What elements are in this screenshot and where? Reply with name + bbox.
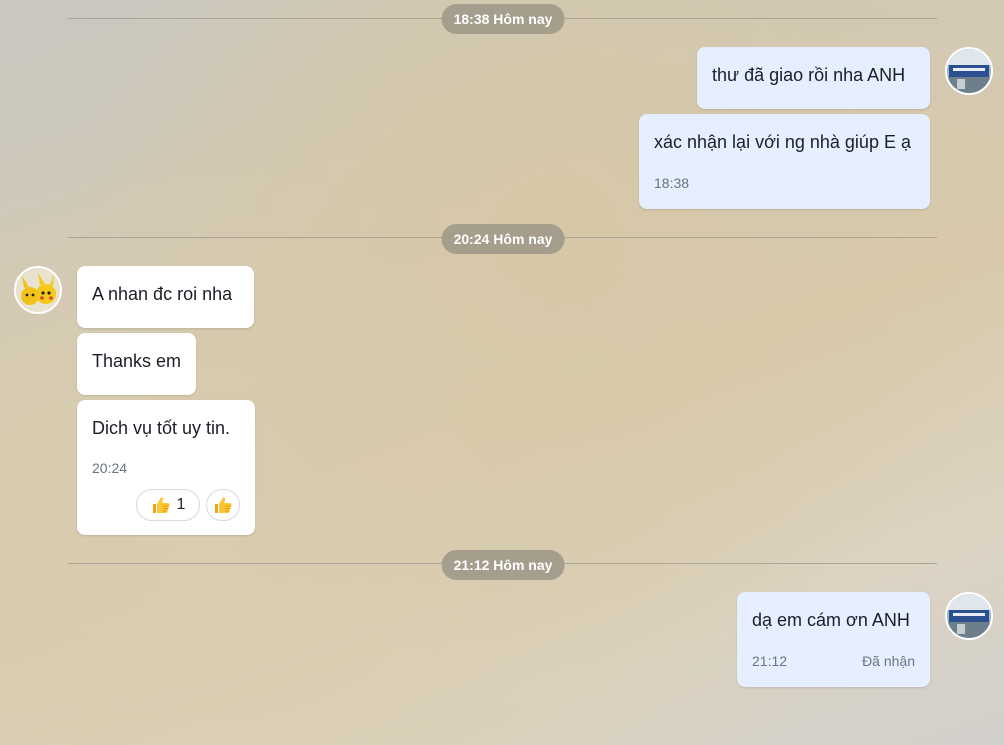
reaction-count-badge[interactable]: 1 xyxy=(136,489,200,521)
my-avatar[interactable] xyxy=(945,592,993,640)
message-bubble-incoming[interactable]: A nhan đc roi nha xyxy=(77,266,254,328)
message-bubble-outgoing[interactable]: dạ em cám ơn ANH 21:12 Đã nhận xyxy=(737,592,930,687)
message-timestamp: 18:38 xyxy=(654,175,690,191)
message-text: A nhan đc roi nha xyxy=(92,284,233,304)
message-bubble-outgoing[interactable]: xác nhận lại với ng nhà giúp E ạ 18:38 xyxy=(639,114,930,209)
delivery-status: Đã nhận xyxy=(862,653,915,669)
thumbs-up-icon xyxy=(152,497,169,513)
message-text: Thanks em xyxy=(92,351,182,371)
message-text: xác nhận lại với ng nhà giúp E ạ xyxy=(654,132,911,152)
add-reaction-button[interactable] xyxy=(206,489,240,521)
message-text: dạ em cám ơn ANH xyxy=(752,610,910,630)
contact-avatar[interactable] xyxy=(14,266,62,314)
message-bubble-incoming[interactable]: Dich vụ tốt uy tin. 20:24 1 xyxy=(77,400,255,535)
avatar-image-icon xyxy=(947,49,991,93)
message-timestamp: 20:24 xyxy=(92,460,128,476)
date-divider-label: 20:24 Hôm nay xyxy=(441,224,565,254)
message-text: thư đã giao rồi nha ANH xyxy=(712,65,906,85)
date-divider-label: 18:38 Hôm nay xyxy=(441,4,565,34)
message-timestamp: 21:12 xyxy=(752,653,788,669)
message-bubble-outgoing[interactable]: thư đã giao rồi nha ANH xyxy=(697,47,930,109)
thumbs-up-icon xyxy=(215,497,232,513)
pikachu-avatar-icon xyxy=(16,268,60,312)
avatar-image-icon xyxy=(947,594,991,638)
message-text: Dich vụ tốt uy tin. xyxy=(92,418,231,438)
date-divider-label: 21:12 Hôm nay xyxy=(441,550,565,580)
reaction-count: 1 xyxy=(176,496,186,513)
my-avatar[interactable] xyxy=(945,47,993,95)
message-bubble-incoming[interactable]: Thanks em xyxy=(77,333,196,395)
